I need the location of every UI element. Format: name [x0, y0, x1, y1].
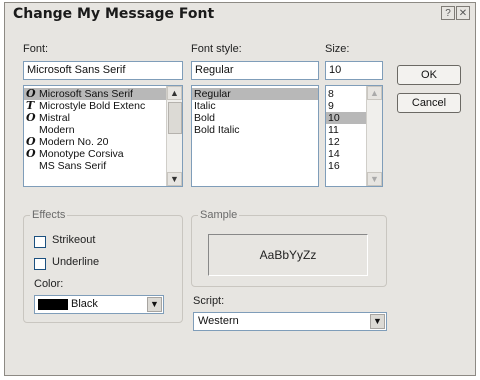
size-item[interactable]: 12 [326, 136, 366, 148]
scroll-down-icon[interactable]: ▼ [367, 172, 382, 186]
font-style-item[interactable]: Regular [192, 88, 318, 100]
color-swatch [38, 299, 68, 310]
font-list-item-label: Mistral [39, 112, 70, 124]
color-select[interactable]: Black ▼ [34, 295, 164, 314]
size-item[interactable]: 9 [326, 100, 366, 112]
scroll-up-icon[interactable]: ▲ [367, 86, 382, 100]
size-item[interactable]: 16 [326, 160, 366, 172]
effects-group: Effects Strikeout Underline Color: Black… [23, 209, 183, 323]
ok-button[interactable]: OK [397, 65, 461, 85]
size-item[interactable]: 10 [326, 112, 366, 124]
script-select-value: Western [198, 315, 239, 327]
dialog-title: Change My Message Font [13, 6, 215, 22]
font-style-item[interactable]: Bold Italic [192, 124, 318, 136]
size-input[interactable]: 10 [325, 61, 383, 80]
help-button[interactable]: ? [441, 6, 455, 20]
font-list-item[interactable]: O Modern No. 20 [24, 136, 167, 149]
opentype-font-icon: O [26, 111, 36, 124]
font-style-label: Font style: [191, 43, 242, 55]
font-list-item[interactable]: MS Sans Serif [24, 160, 167, 172]
font-input[interactable]: Microsoft Sans Serif [23, 61, 183, 80]
scroll-down-icon[interactable]: ▼ [167, 172, 182, 186]
font-style-listbox[interactable]: Regular Italic Bold Bold Italic [191, 85, 319, 187]
close-button[interactable]: ✕ [456, 6, 470, 20]
font-list-scrollbar[interactable]: ▲ ▼ [166, 86, 182, 186]
scroll-thumb[interactable] [168, 102, 182, 134]
underline-label: Underline [52, 256, 100, 268]
font-label: Font: [23, 43, 49, 55]
font-list-item-label: Modern [39, 124, 75, 136]
size-item[interactable]: 14 [326, 148, 366, 160]
font-style-item[interactable]: Bold [192, 112, 318, 124]
font-list-item-label: MS Sans Serif [39, 160, 107, 172]
chevron-down-icon[interactable]: ▼ [370, 314, 385, 329]
strikeout-label: Strikeout [52, 234, 96, 246]
scroll-up-icon[interactable]: ▲ [167, 86, 182, 100]
underline-checkbox[interactable] [34, 258, 46, 270]
title-bar: Change My Message Font ? ✕ [5, 3, 475, 27]
color-select-value: Black [71, 298, 98, 310]
font-list-item-label: Microstyle Bold Extenc [39, 100, 146, 112]
size-list-scrollbar[interactable]: ▲ ▼ [366, 86, 382, 186]
sample-preview: AaBbYyZz [208, 234, 368, 276]
size-item[interactable]: 8 [326, 88, 366, 100]
font-list-item-label: Monotype Corsiva [39, 148, 124, 160]
font-list-item[interactable]: O Mistral [24, 111, 167, 125]
font-list-item[interactable]: Modern [24, 124, 167, 136]
opentype-font-icon: O [26, 147, 36, 160]
script-select[interactable]: Western ▼ [193, 312, 387, 331]
font-list-item[interactable]: O Microsoft Sans Serif [24, 88, 167, 100]
color-label: Color: [34, 278, 64, 290]
size-listbox[interactable]: 8 9 10 11 12 14 16 ▲ ▼ [325, 85, 383, 187]
font-list-item-label: Microsoft Sans Serif [39, 88, 133, 100]
font-style-input[interactable]: Regular [191, 61, 319, 80]
font-list-item-label: Modern No. 20 [39, 136, 109, 148]
font-list-item[interactable]: O Monotype Corsiva [24, 147, 167, 161]
font-listbox[interactable]: O Microsoft Sans Serif T Microstyle Bold Ex… [23, 85, 183, 187]
script-label: Script: [193, 295, 225, 307]
strikeout-checkbox[interactable] [34, 236, 46, 248]
size-label: Size: [325, 43, 350, 55]
chevron-down-icon[interactable]: ▼ [147, 297, 162, 312]
cancel-button[interactable]: Cancel [397, 93, 461, 113]
effects-group-title: Effects [30, 209, 68, 221]
sample-group-title: Sample [198, 209, 240, 221]
font-list-item[interactable]: T Microstyle Bold Extenc [24, 100, 167, 113]
font-dialog: Change My Message Font ? ✕ Font: Microso… [4, 2, 476, 376]
size-item[interactable]: 11 [326, 124, 366, 136]
sample-group: Sample AaBbYyZz [191, 209, 387, 287]
font-style-item[interactable]: Italic [192, 100, 318, 112]
